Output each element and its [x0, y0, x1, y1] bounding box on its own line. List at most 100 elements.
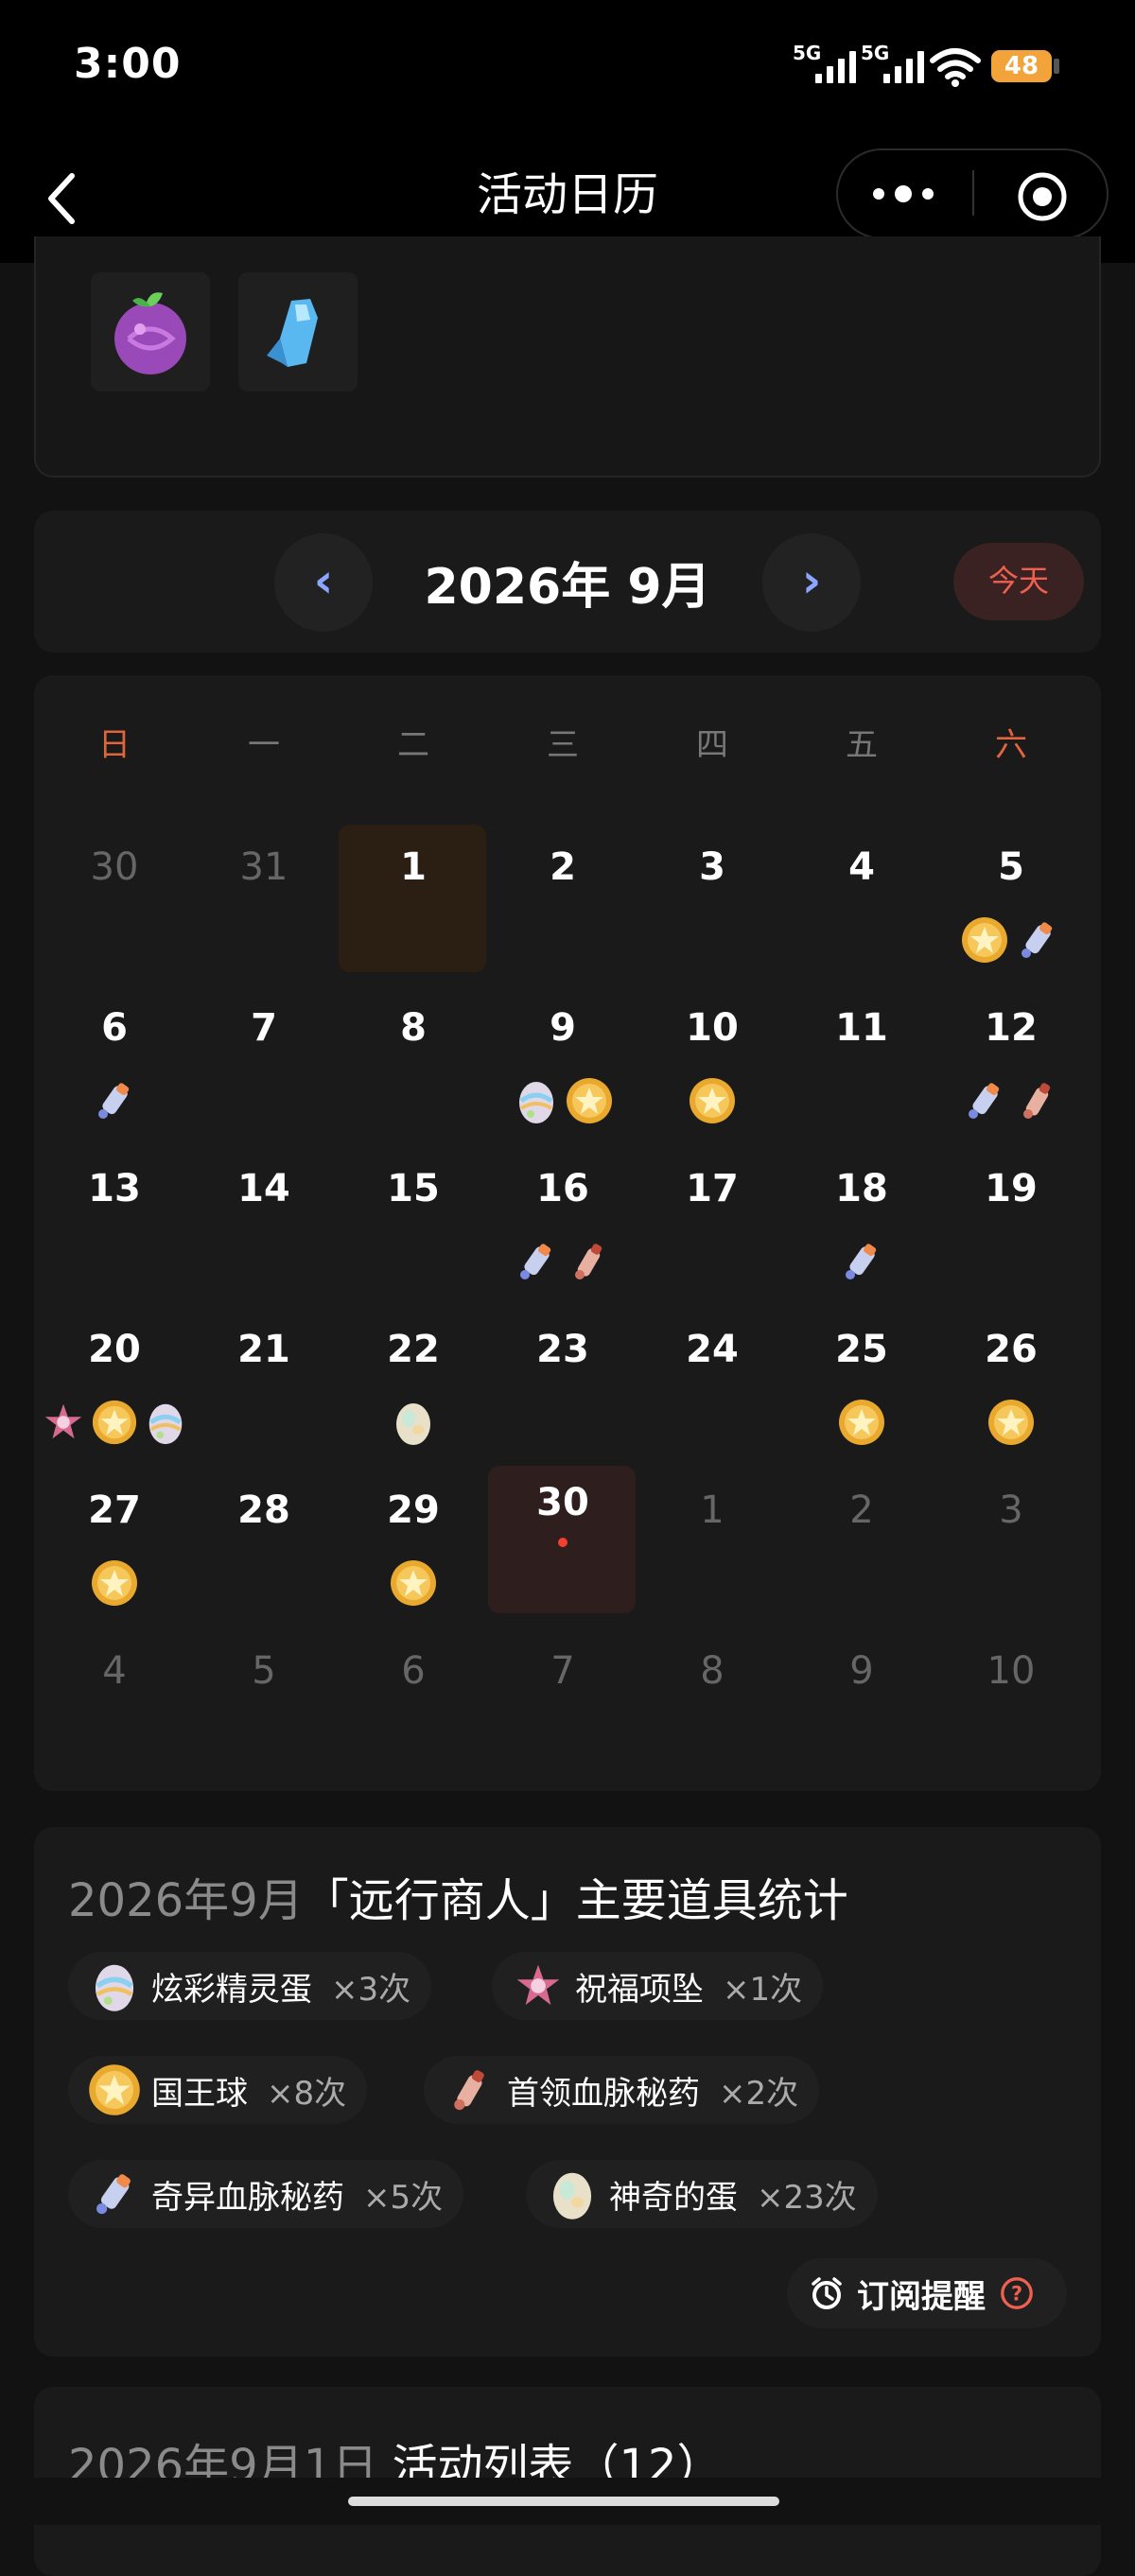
calendar-day[interactable]: 26 — [936, 1328, 1086, 1371]
calendar-day[interactable]: 7 — [488, 1649, 637, 1693]
calendar-day[interactable]: 28 — [189, 1488, 339, 1532]
stat-item-count: ×8次 — [267, 2074, 347, 2113]
calendar-day[interactable]: 10 — [936, 1649, 1086, 1693]
calendar-day[interactable]: 30 — [40, 845, 189, 889]
item-tile-purple-fruit[interactable] — [91, 272, 210, 392]
today-dot — [558, 1538, 568, 1547]
calendar-day[interactable]: 3 — [637, 845, 787, 889]
weekday-header: 三 — [547, 726, 579, 764]
calendar-day[interactable]: 30 — [488, 1481, 637, 1524]
calendar-day[interactable]: 25 — [787, 1328, 936, 1371]
purple-fruit-icon — [114, 292, 186, 374]
coloregg-icon — [512, 1076, 561, 1125]
item-tile-blue-crystal[interactable] — [238, 272, 358, 392]
stat-item: 祝福项坠 ×1次 — [492, 1952, 824, 2020]
calendar-day[interactable]: 3 — [936, 1488, 1086, 1532]
calendar-day[interactable]: 13 — [40, 1167, 189, 1210]
odd-icon — [512, 1237, 561, 1286]
calendar-day[interactable]: 22 — [339, 1328, 488, 1371]
stat-item-count: ×3次 — [331, 1970, 411, 2009]
calendar-day[interactable]: 19 — [936, 1167, 1086, 1210]
prev-month-button[interactable]: ‹ — [274, 533, 373, 632]
kingball-icon — [87, 2063, 142, 2117]
signal-bars-1-icon — [815, 47, 856, 83]
next-month-button[interactable]: › — [762, 533, 861, 632]
calendar-day[interactable]: 24 — [637, 1328, 787, 1371]
calendar-day[interactable]: 1 — [637, 1488, 787, 1532]
weekday-header: 六 — [995, 726, 1027, 764]
odd-icon — [90, 1076, 139, 1125]
signal-bars-2-icon — [883, 47, 924, 83]
alarm-clock-icon — [812, 2277, 842, 2309]
wifi-icon — [930, 48, 981, 87]
calendar-day[interactable]: 10 — [637, 1006, 787, 1050]
svg-text:?: ? — [1011, 2283, 1022, 2306]
calendar-day[interactable]: 14 — [189, 1167, 339, 1210]
coloregg-icon — [87, 1958, 142, 2013]
day-item-icons — [936, 915, 1086, 965]
kingball-icon — [837, 1398, 886, 1447]
stat-item-name: 祝福项坠 — [575, 1970, 704, 2009]
calendar-day[interactable]: 20 — [40, 1328, 189, 1371]
battery-icon: 48 — [991, 50, 1052, 82]
calendar-day[interactable]: 8 — [339, 1006, 488, 1050]
help-icon[interactable]: ? — [999, 2275, 1035, 2311]
stat-item: 首领血脉秘药 ×2次 — [424, 2056, 820, 2124]
calendar-day[interactable]: 6 — [339, 1649, 488, 1693]
stat-item-count: ×1次 — [723, 1970, 803, 2009]
calendar-day[interactable]: 15 — [339, 1167, 488, 1210]
calendar-day[interactable]: 9 — [787, 1649, 936, 1693]
calendar-day[interactable]: 5 — [189, 1649, 339, 1693]
day-item-icons — [40, 1398, 189, 1447]
egg-icon — [389, 1398, 438, 1447]
pendant-icon — [511, 1958, 566, 2013]
odd-icon — [1013, 915, 1062, 965]
target-icon[interactable] — [1016, 170, 1069, 223]
day-item-icons — [787, 1398, 936, 1447]
calendar-day[interactable]: 8 — [637, 1649, 787, 1693]
subscribe-button[interactable]: 订阅提醒 ? — [787, 2258, 1067, 2328]
day-item-icons — [936, 1398, 1086, 1447]
stat-item-count: ×23次 — [757, 2178, 857, 2217]
calendar-day[interactable]: 21 — [189, 1328, 339, 1371]
calendar-day[interactable]: 27 — [40, 1488, 189, 1532]
calendar-day[interactable]: 1 — [339, 845, 488, 889]
calendar-day[interactable]: 18 — [787, 1167, 936, 1210]
stat-item: 国王球 ×8次 — [68, 2056, 368, 2124]
stat-item-count: ×5次 — [363, 2178, 444, 2217]
month-title: 2026年 9月 — [424, 559, 711, 616]
calendar-day[interactable]: 4 — [787, 845, 936, 889]
day-item-icons — [488, 1237, 637, 1286]
calendar-day[interactable]: 16 — [488, 1167, 637, 1210]
calendar-day[interactable]: 5 — [936, 845, 1086, 889]
stat-item: 神奇的蛋 ×23次 — [526, 2160, 878, 2228]
stat-item: 奇异血脉秘药 ×5次 — [68, 2160, 464, 2228]
calendar-day[interactable]: 4 — [40, 1649, 189, 1693]
kingball-icon — [960, 915, 1009, 965]
today-button[interactable]: 今天 — [953, 543, 1084, 620]
coloregg-icon — [142, 1398, 189, 1447]
more-dots-icon[interactable] — [870, 183, 936, 205]
kingball-icon — [565, 1076, 614, 1125]
calendar-day[interactable]: 11 — [787, 1006, 936, 1050]
weekday-header: 四 — [696, 726, 728, 764]
stat-item-name: 奇异血脉秘药 — [151, 2178, 344, 2217]
calendar-day[interactable]: 31 — [189, 845, 339, 889]
stats-title: 2026年9月「远行商人」主要道具统计 — [68, 1863, 848, 1929]
calendar-day[interactable]: 7 — [189, 1006, 339, 1050]
blue-crystal-icon — [267, 299, 318, 367]
calendar-day[interactable]: 2 — [488, 845, 637, 889]
calendar-day[interactable]: 12 — [936, 1006, 1086, 1050]
leader-icon — [1013, 1076, 1062, 1125]
home-indicator[interactable] — [348, 2497, 779, 2506]
day-item-icons — [40, 1558, 189, 1608]
calendar-day[interactable]: 6 — [40, 1006, 189, 1050]
calendar-day[interactable]: 9 — [488, 1006, 637, 1050]
calendar-day[interactable]: 29 — [339, 1488, 488, 1532]
stat-item-name: 炫彩精灵蛋 — [151, 1970, 312, 2009]
calendar-day[interactable]: 2 — [787, 1488, 936, 1532]
calendar-day[interactable]: 17 — [637, 1167, 787, 1210]
calendar-day[interactable]: 23 — [488, 1328, 637, 1371]
stat-item: 炫彩精灵蛋 ×3次 — [68, 1952, 432, 2020]
stat-item-name: 神奇的蛋 — [609, 2178, 738, 2217]
